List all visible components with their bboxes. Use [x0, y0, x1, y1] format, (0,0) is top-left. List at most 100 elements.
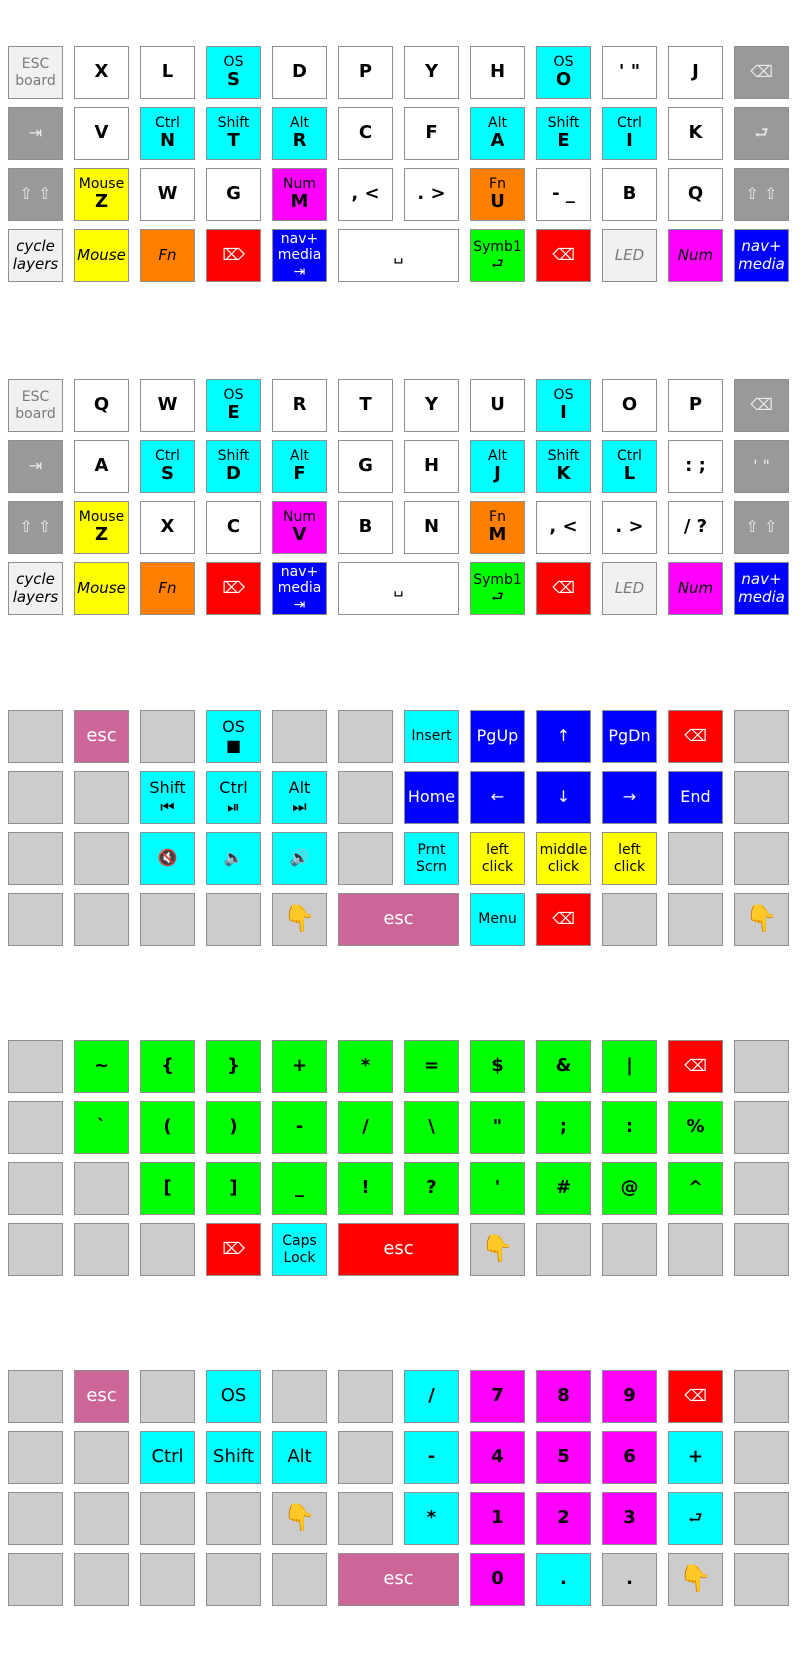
key-legend: LED [614, 578, 645, 597]
key-legend: 4 [491, 1446, 504, 1468]
key-legend: / ? [683, 516, 708, 538]
key-legend: F [293, 463, 306, 485]
key-legend: left [618, 842, 641, 859]
key [338, 1431, 393, 1484]
key: ⮐ [734, 107, 789, 160]
key-legend: U [490, 394, 505, 416]
key-legend: % [686, 1116, 705, 1138]
key-legend: / [428, 1385, 435, 1407]
key: left click [470, 832, 525, 885]
key-legend: D [226, 463, 241, 485]
key-legend: L [161, 61, 174, 83]
key-legend: 5 [557, 1446, 570, 1468]
key-legend: Ctrl [155, 115, 180, 132]
key [734, 771, 789, 824]
key-legend: \ [428, 1116, 435, 1138]
key: ⇥ [8, 440, 63, 493]
key: Shift E [536, 107, 591, 160]
key: ] [206, 1162, 261, 1215]
key-legend: R [292, 394, 307, 416]
key: ! [338, 1162, 393, 1215]
key: 2 [536, 1492, 591, 1545]
key-legend: I [560, 402, 567, 424]
key: ⌫ [734, 46, 789, 99]
key: , < [338, 168, 393, 221]
key-legend: Shift [213, 1446, 254, 1468]
key-legend: ⏯ [227, 796, 240, 816]
key-legend: PgDn [608, 726, 651, 746]
key-legend: T [227, 130, 240, 152]
key-legend: Shift [217, 448, 250, 465]
key: esc [74, 1370, 129, 1423]
key: : [602, 1101, 657, 1154]
key: - [404, 1431, 459, 1484]
key: OS S [206, 46, 261, 99]
key: : ; [668, 440, 723, 493]
key [338, 1492, 393, 1545]
key [74, 771, 129, 824]
key: ⇧ ⇧ [734, 501, 789, 554]
key: L [140, 46, 195, 99]
key-legend: esc [383, 908, 414, 930]
key: ESC board [8, 46, 63, 99]
key-legend: ⮐ [491, 588, 504, 605]
key: Shift D [206, 440, 261, 493]
key: → [602, 771, 657, 824]
key-legend: J [494, 463, 501, 485]
key-legend: P [358, 61, 373, 83]
key [734, 1162, 789, 1215]
key: [ [140, 1162, 195, 1215]
key-legend: click [547, 858, 580, 875]
key: nav+ media ⇥ [272, 229, 327, 282]
key-legend: ' " [753, 456, 770, 476]
key-legend: Fn [158, 245, 177, 264]
key-legend: V [94, 122, 109, 144]
key-legend: $ [491, 1055, 504, 1077]
key-legend: B [622, 183, 637, 205]
key: W [140, 168, 195, 221]
key: esc [338, 1223, 459, 1276]
key-legend: ⏮ [160, 796, 175, 816]
key: + [272, 1040, 327, 1093]
key [140, 1553, 195, 1606]
key-legend: ⌫ [552, 245, 575, 265]
key: . [602, 1553, 657, 1606]
key: ⌫ [536, 893, 591, 946]
key-legend: ⌫ [684, 1056, 707, 1076]
key [338, 1370, 393, 1423]
key: Caps Lock [272, 1223, 327, 1276]
key: Ctrl I [602, 107, 657, 160]
key-legend: H [423, 455, 440, 477]
key [74, 1553, 129, 1606]
key: _ [272, 1162, 327, 1215]
key-legend: Num [283, 509, 316, 526]
key: / [338, 1101, 393, 1154]
key-legend: ⇧ ⇧ [745, 517, 778, 537]
key-legend: ⇧ ⇧ [745, 184, 778, 204]
key: C [338, 107, 393, 160]
key: 🔇 [140, 832, 195, 885]
key [734, 1223, 789, 1276]
key-legend: Symb1 [473, 572, 522, 589]
key: ↓ [536, 771, 591, 824]
hand-pointing-down-icon: 👇 [283, 903, 316, 934]
key: V [74, 107, 129, 160]
key-legend: media [738, 254, 785, 273]
key: P [668, 379, 723, 432]
key-legend: ' [494, 1177, 501, 1199]
key: End [668, 771, 723, 824]
key-legend: Alt [290, 115, 309, 132]
key: ␣ [338, 562, 459, 615]
key-legend: ( [163, 1116, 172, 1138]
key [8, 1223, 63, 1276]
key-legend: _ [295, 1177, 304, 1199]
key: Shift [206, 1431, 261, 1484]
key-legend: Num [283, 176, 316, 193]
key: 7 [470, 1370, 525, 1423]
key-legend: . > [615, 516, 644, 538]
key-legend: Shift [149, 778, 186, 798]
key-legend: ⮐ [754, 123, 769, 143]
key-legend: ~ [93, 1055, 110, 1077]
key [8, 710, 63, 763]
key-legend: Ctrl [617, 115, 642, 132]
